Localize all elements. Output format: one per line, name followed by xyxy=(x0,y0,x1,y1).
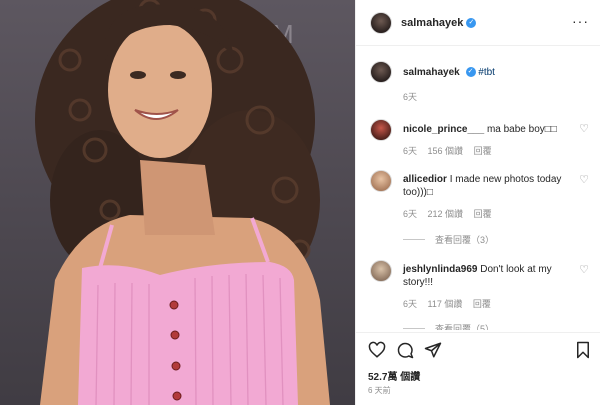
avatar[interactable] xyxy=(370,11,392,34)
post-side-panel: salmahayek ✓ ··· salmahayek ✓ #tbt 6天 ni… xyxy=(355,0,600,405)
bookmark-icon[interactable] xyxy=(574,341,592,359)
verified-badge-icon: ✓ xyxy=(466,17,477,28)
photo-illustration: M xyxy=(35,0,330,405)
reply-button[interactable]: 回覆 xyxy=(473,299,491,309)
post-dialog: M xyxy=(0,0,600,405)
more-icon[interactable]: ··· xyxy=(572,14,589,28)
hashtag-link[interactable]: #tbt xyxy=(478,67,495,78)
comments-list[interactable]: salmahayek ✓ #tbt 6天 nicole_prince___ ma… xyxy=(356,47,600,330)
avatar[interactable] xyxy=(370,119,392,141)
list-item: nicole_prince___ ma babe boy□□ 6天 156 個讚… xyxy=(370,119,595,157)
post-header: salmahayek ✓ ··· xyxy=(356,0,600,46)
comment-username[interactable]: nicole_prince___ xyxy=(403,124,484,135)
view-replies-label[interactable]: 查看回覆（3） xyxy=(435,233,494,246)
caption-username[interactable]: salmahayek xyxy=(403,67,460,78)
comment-likes[interactable]: 156 個讚 xyxy=(428,146,464,156)
avatar[interactable] xyxy=(370,260,392,282)
post-photo[interactable]: M xyxy=(0,0,355,405)
view-replies-label[interactable]: 查看回覆（5） xyxy=(435,322,494,330)
comment-time: 6天 xyxy=(403,299,418,309)
likes-count[interactable]: 52.7萬 個讚 xyxy=(368,368,420,383)
heart-icon[interactable] xyxy=(368,341,386,359)
comment-likes[interactable]: 212 個讚 xyxy=(428,209,464,219)
reply-button[interactable]: 回覆 xyxy=(474,209,492,219)
heart-icon[interactable]: ♡ xyxy=(579,263,589,276)
comment-time: 6天 xyxy=(403,209,418,219)
list-item: allicedior I made new photos today too))… xyxy=(370,170,595,220)
caption: salmahayek ✓ #tbt 6天 xyxy=(370,61,595,103)
comment-username[interactable]: allicedior xyxy=(403,174,447,185)
comment-text: ma babe boy□□ xyxy=(486,124,557,135)
replies-divider xyxy=(403,328,425,329)
comment-username[interactable]: jeshlynlinda969 xyxy=(403,264,477,275)
view-replies-button[interactable]: 查看回覆（3） xyxy=(403,233,494,246)
heart-icon[interactable]: ♡ xyxy=(579,122,589,135)
comment-time: 6天 xyxy=(403,146,418,156)
caption-time: 6天 xyxy=(403,92,418,102)
avatar[interactable] xyxy=(370,170,392,192)
view-replies-button[interactable]: 查看回覆（5） xyxy=(403,322,494,330)
verified-badge-icon: ✓ xyxy=(465,67,476,78)
post-time: 6 天前 xyxy=(368,386,391,395)
comment-icon[interactable] xyxy=(396,341,414,359)
avatar[interactable] xyxy=(370,61,392,83)
list-item: jeshlynlinda969 Don't look at my story!!… xyxy=(370,260,595,310)
action-bar: 52.7萬 個讚 6 天前 xyxy=(356,332,600,405)
comment-likes[interactable]: 117 個讚 xyxy=(428,299,463,309)
header-username[interactable]: salmahayek xyxy=(401,17,463,29)
replies-divider xyxy=(403,239,425,240)
share-icon[interactable] xyxy=(424,341,442,359)
reply-button[interactable]: 回覆 xyxy=(474,146,492,156)
heart-icon[interactable]: ♡ xyxy=(579,173,589,186)
